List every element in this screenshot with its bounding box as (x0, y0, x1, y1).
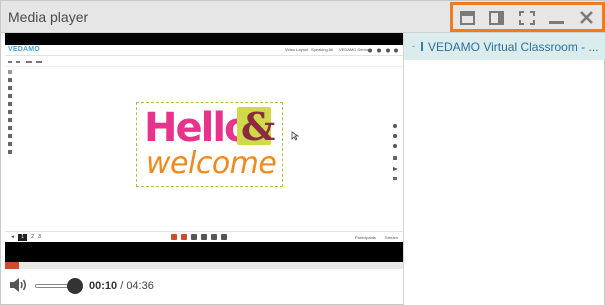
shape-tool-icon (8, 94, 12, 98)
duration: 04:36 (126, 280, 154, 292)
player-controls: 00:10 / 04:36 (5, 269, 403, 301)
restore-window-icon[interactable] (457, 9, 479, 27)
classroom-bottombar: ◂ 1 2 3 Participants Stream (5, 231, 403, 242)
share-icon (191, 234, 197, 240)
text-tool-icon (8, 110, 12, 114)
media-controls-icons (171, 234, 261, 241)
playlist-panel: - VEDAMO Virtual Classroom - ... (403, 33, 605, 305)
stream-label: Stream (385, 235, 398, 240)
mic-icon (171, 234, 177, 240)
left-tool-palette (7, 70, 14, 170)
marker-tool-icon (8, 86, 12, 90)
page-button-active: 1 (18, 234, 27, 241)
vedamo-logo: VEDAMO (8, 46, 40, 53)
welcome-text: welcome (146, 146, 277, 181)
ampersand-text: & (241, 104, 276, 149)
hand-icon (211, 234, 217, 240)
page-button: 3 (38, 234, 41, 240)
classroom-header-icons (368, 48, 398, 53)
volume-icon[interactable] (9, 276, 29, 294)
settings-icon (221, 234, 227, 240)
collapse-icon[interactable]: - (412, 41, 415, 51)
classroom-toolbar (5, 57, 403, 67)
title-bar[interactable]: Media player (1, 1, 605, 33)
letterbox-top (5, 33, 403, 45)
playlist-item-label: VEDAMO Virtual Classroom - ... (428, 40, 599, 54)
camera-icon (181, 234, 187, 240)
select-tool-icon (8, 70, 12, 74)
seek-bar[interactable] (5, 262, 403, 269)
fullscreen-icon[interactable] (516, 9, 538, 27)
chat-icon (201, 234, 207, 240)
classroom-menu-item: Speaking All (311, 47, 334, 52)
image-tool-icon (8, 118, 12, 122)
ampersand-block: & (237, 104, 275, 149)
undo-redo-icons (8, 61, 42, 63)
seek-bar-progress (5, 262, 19, 269)
media-player-window: Media player VEDAMO Video Layout Speakin… (0, 0, 605, 305)
classroom-menu-item: VEDAMO Demo (339, 47, 369, 52)
close-icon[interactable] (576, 9, 598, 27)
playlist-item[interactable]: - VEDAMO Virtual Classroom - ... (404, 33, 605, 60)
color-tool-icon (8, 134, 12, 138)
time-separator: / (117, 280, 127, 292)
eraser-tool-icon (8, 102, 12, 106)
window-title: Media player (8, 9, 89, 25)
hello-welcome-graphic: Hello & welcome (136, 102, 283, 187)
playing-indicator-icon (421, 42, 423, 51)
fill-tool-icon (8, 142, 12, 146)
maximize-window-icon[interactable] (486, 9, 508, 27)
minimize-icon[interactable] (546, 9, 568, 27)
right-tool-palette (391, 123, 401, 193)
classroom-menu-item: Video Layout (285, 47, 309, 52)
classroom-topbar: VEDAMO Video Layout Speaking All VEDAMO … (5, 45, 403, 56)
mouse-cursor-icon (291, 131, 299, 141)
video-frame: VEDAMO Video Layout Speaking All VEDAMO … (5, 45, 403, 242)
time-display: 00:10 / 04:36 (89, 280, 154, 292)
line-tool-icon (8, 126, 12, 130)
window-controls (450, 2, 605, 32)
right-tools-icons (393, 124, 398, 180)
current-time: 00:10 (89, 280, 118, 292)
grid-tool-icon (8, 150, 12, 154)
page-nav-icon: ◂ (11, 234, 14, 240)
volume-slider-thumb[interactable] (67, 278, 83, 294)
pen-tool-icon (8, 78, 12, 82)
video-area[interactable]: VEDAMO Video Layout Speaking All VEDAMO … (5, 33, 403, 269)
hello-text: Hello (144, 105, 252, 151)
participants-label: Participants (355, 235, 376, 240)
